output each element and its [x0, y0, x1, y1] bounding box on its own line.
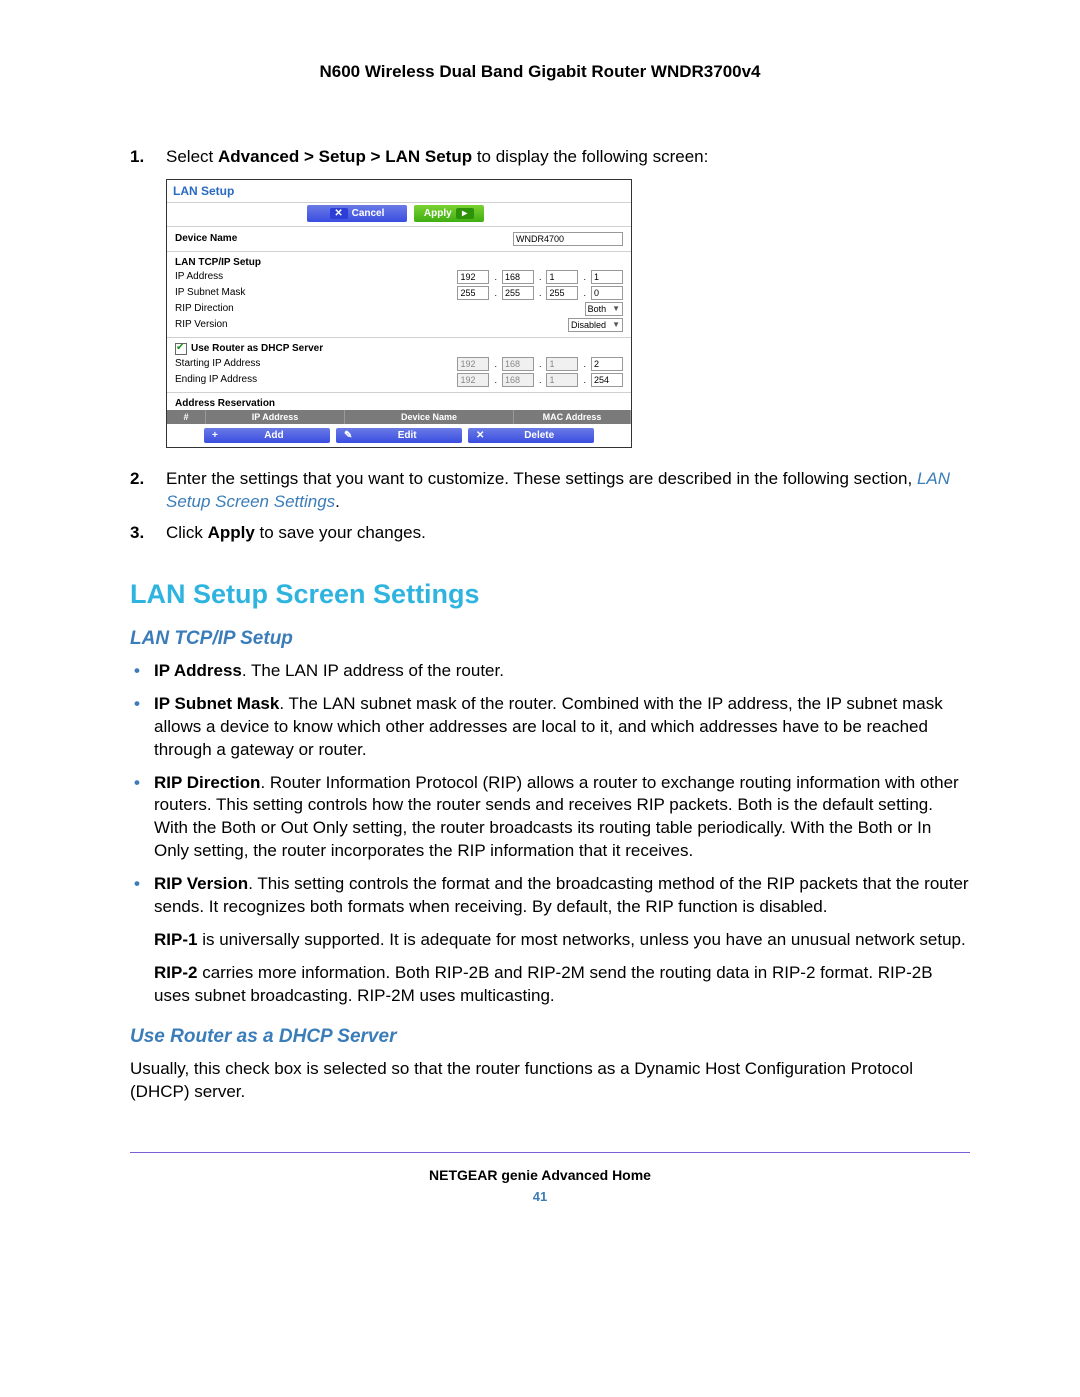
paragraph: RIP-1 is universally supported. It is ad…	[130, 929, 970, 952]
end-ip-octet-input[interactable]	[502, 373, 534, 387]
lan-tcpip-section-label: LAN TCP/IP Setup	[175, 257, 375, 268]
edit-button[interactable]: ✎Edit	[336, 428, 462, 443]
mask-octet-input[interactable]	[502, 286, 534, 300]
step-text: .	[335, 492, 340, 511]
step-text: to save your changes.	[255, 523, 426, 542]
dhcp-checkbox[interactable]: ✔	[175, 343, 187, 355]
chevron-down-icon: ▼	[612, 304, 620, 313]
device-name-label: Device Name	[175, 233, 375, 244]
page-header: N600 Wireless Dual Band Gigabit Router W…	[0, 62, 1080, 82]
table-header-cell: MAC Address	[514, 410, 631, 424]
add-button[interactable]: +Add	[204, 428, 330, 443]
cancel-button[interactable]: ✕Cancel	[307, 205, 407, 222]
section-heading: LAN Setup Screen Settings	[130, 579, 970, 610]
table-header-cell: IP Address	[206, 410, 345, 424]
subsection-heading: LAN TCP/IP Setup	[130, 628, 970, 650]
paragraph: Usually, this check box is selected so t…	[130, 1058, 970, 1104]
step-number: 2.	[130, 468, 144, 491]
panel-title: LAN Setup	[167, 180, 631, 202]
end-ip-octet-input[interactable]	[591, 373, 623, 387]
bullet-item: •IP Subnet Mask. The LAN subnet mask of …	[130, 693, 970, 762]
mask-octet-input[interactable]	[457, 286, 489, 300]
step-text: Select	[166, 147, 218, 166]
arrow-right-icon: ▸	[456, 208, 474, 219]
bullet-item: •IP Address. The LAN IP address of the r…	[130, 660, 970, 683]
device-name-input[interactable]	[513, 232, 623, 246]
ip-octet-input[interactable]	[457, 270, 489, 284]
start-ip-octet-input[interactable]	[591, 357, 623, 371]
step-2: 2. Enter the settings that you want to c…	[130, 468, 970, 514]
subnet-mask-label: IP Subnet Mask	[175, 287, 375, 298]
ip-address-label: IP Address	[175, 271, 375, 282]
bullet-icon: •	[134, 660, 140, 683]
rip-direction-select[interactable]: Both▼	[585, 302, 623, 316]
end-ip-octet-input[interactable]	[457, 373, 489, 387]
check-icon: ✔	[176, 342, 184, 353]
close-icon: ✕	[476, 430, 484, 441]
rip-direction-label: RIP Direction	[175, 303, 375, 314]
step-bold: Advanced > Setup > LAN Setup	[218, 147, 472, 166]
ip-octet-input[interactable]	[591, 270, 623, 284]
ending-ip-label: Ending IP Address	[175, 374, 375, 385]
dhcp-checkbox-label: Use Router as DHCP Server	[191, 343, 623, 354]
bullet-icon: •	[134, 772, 140, 795]
rip-version-label: RIP Version	[175, 319, 375, 330]
plus-icon: +	[212, 430, 218, 441]
rip-version-select[interactable]: Disabled▼	[568, 318, 623, 332]
pencil-icon: ✎	[344, 430, 352, 441]
ip-octet-input[interactable]	[546, 270, 578, 284]
apply-button[interactable]: Apply▸	[414, 205, 484, 222]
start-ip-octet-input[interactable]	[546, 357, 578, 371]
step-number: 3.	[130, 522, 144, 545]
mask-octet-input[interactable]	[591, 286, 623, 300]
bullet-item: •RIP Direction. Router Information Proto…	[130, 772, 970, 864]
bullet-icon: •	[134, 693, 140, 716]
step-bold: Apply	[208, 523, 255, 542]
mask-octet-input[interactable]	[546, 286, 578, 300]
subsection-heading: Use Router as a DHCP Server	[130, 1026, 970, 1048]
paragraph: RIP-2 carries more information. Both RIP…	[130, 962, 970, 1008]
start-ip-octet-input[interactable]	[457, 357, 489, 371]
page-number: 41	[0, 1189, 1080, 1204]
start-ip-octet-input[interactable]	[502, 357, 534, 371]
step-text: Enter the settings that you want to cust…	[166, 469, 917, 488]
end-ip-octet-input[interactable]	[546, 373, 578, 387]
table-header-cell: Device Name	[345, 410, 514, 424]
footer-divider	[130, 1152, 970, 1153]
footer-title: NETGEAR genie Advanced Home	[0, 1167, 1080, 1183]
close-icon: ✕	[330, 208, 348, 219]
step-text: Click	[166, 523, 208, 542]
step-number: 1.	[130, 146, 144, 169]
reservation-table-header: # IP Address Device Name MAC Address	[167, 410, 631, 424]
bullet-icon: •	[134, 873, 140, 896]
delete-button[interactable]: ✕Delete	[468, 428, 594, 443]
lan-setup-screenshot: LAN Setup ✕Cancel Apply▸ Device Name LAN…	[166, 179, 632, 448]
step-3: 3. Click Apply to save your changes.	[130, 522, 970, 545]
starting-ip-label: Starting IP Address	[175, 358, 375, 369]
bullet-item: •RIP Version. This setting controls the …	[130, 873, 970, 919]
chevron-down-icon: ▼	[612, 320, 620, 329]
ip-octet-input[interactable]	[502, 270, 534, 284]
step-text: to display the following screen:	[472, 147, 708, 166]
step-1: 1. Select Advanced > Setup > LAN Setup t…	[130, 146, 970, 169]
table-header-cell: #	[167, 410, 206, 424]
address-reservation-label: Address Reservation	[175, 398, 375, 409]
